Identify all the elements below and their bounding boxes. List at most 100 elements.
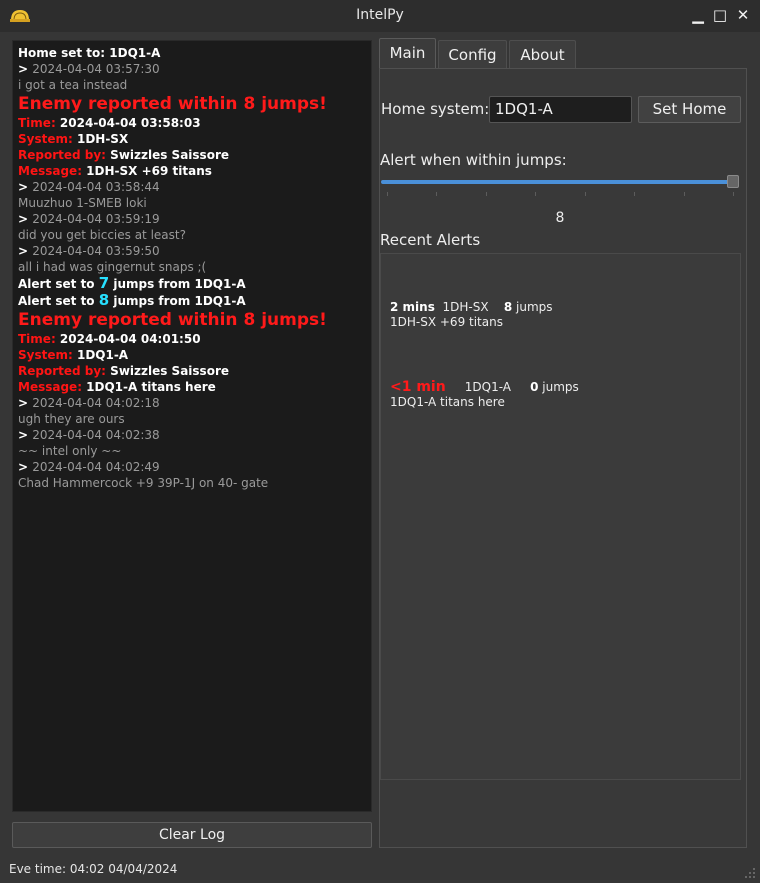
log-line: System: 1DH-SX	[18, 131, 366, 147]
tab-about[interactable]: About	[509, 40, 576, 69]
alert-system: 1DH-SX	[442, 300, 489, 314]
log-segment: 1DQ1-A titans here	[86, 380, 216, 394]
recent-alerts-list[interactable]	[380, 253, 741, 780]
log-segment: Message:	[18, 380, 87, 394]
log-segment: ugh they are ours	[18, 412, 125, 426]
alert-time: <1 min	[390, 379, 446, 395]
recent-alerts-label: Recent Alerts	[380, 231, 481, 249]
log-segment: 2024-04-04 04:01:50	[59, 332, 201, 346]
alert-message: 1DH-SX +69 titans	[390, 315, 503, 329]
jump-slider[interactable]	[381, 180, 737, 184]
maximize-icon[interactable]: □	[712, 6, 728, 24]
clear-log-button[interactable]: Clear Log	[12, 822, 372, 848]
log-segment: Reported by:	[18, 364, 111, 378]
log-segment: System:	[18, 132, 77, 146]
log-segment: >	[18, 180, 33, 194]
log-segment: 2024-04-04 04:02:18	[32, 396, 160, 410]
log-segment: ~~ intel only ~~	[18, 444, 122, 458]
log-segment: System:	[18, 348, 77, 362]
log-segment: >	[18, 212, 33, 226]
log-segment: jumps from 1DQ1-A	[109, 294, 246, 308]
slider-value: 8	[555, 210, 565, 226]
intel-log[interactable]: Home set to: 1DQ1-A > 2024-04-04 03:57:30…	[12, 40, 372, 812]
log-line: i got a tea instead	[18, 77, 366, 93]
jump-slider-handle[interactable]	[727, 175, 739, 188]
log-segment: 2024-04-04 03:59:50	[32, 244, 160, 258]
slider-tick	[436, 192, 437, 196]
slider-tick	[634, 192, 635, 196]
log-segment: >	[18, 244, 33, 258]
log-segment: 2024-04-04 03:58:44	[32, 180, 160, 194]
window-title: IntelPy	[356, 7, 404, 23]
log-line: did you get biccies at least?	[18, 227, 366, 243]
log-segment: >	[18, 428, 33, 442]
log-line: Message: 1DQ1-A titans here	[18, 379, 366, 395]
tab-config[interactable]: Config	[438, 40, 507, 69]
log-line: Reported by: Swizzles Saissore	[18, 147, 366, 163]
slider-tick	[486, 192, 487, 196]
slider-tick	[585, 192, 586, 196]
minimize-icon[interactable]: ▁	[690, 6, 706, 24]
alert-time: 2 mins	[390, 300, 435, 314]
log-segment: 1DH-SX	[76, 132, 129, 146]
log-segment: Message:	[18, 164, 87, 178]
log-line: Alert set to 7 jumps from 1DQ1-A	[18, 275, 366, 292]
log-segment: jumps from 1DQ1-A	[109, 277, 246, 291]
alert-jumps-label: jumps	[538, 380, 579, 394]
log-segment: all i had was gingernut snaps ;(	[18, 260, 207, 274]
home-system-input[interactable]: 1DQ1-A	[489, 96, 632, 123]
log-line: > 2024-04-04 04:02:49	[18, 459, 366, 475]
log-line: Alert set to 8 jumps from 1DQ1-A	[18, 292, 366, 309]
slider-tick	[535, 192, 536, 196]
alert-message: 1DQ1-A titans here	[390, 395, 505, 409]
alert-jumps-label: jumps	[512, 300, 553, 314]
log-segment: Time:	[18, 116, 60, 130]
log-line: Message: 1DH-SX +69 titans	[18, 163, 366, 179]
log-segment: Swizzles Saissore	[110, 364, 229, 378]
log-segment: 7	[98, 274, 110, 292]
status-bar: Eve time: 04:02 04/04/2024	[9, 862, 178, 876]
log-line: > 2024-04-04 04:02:38	[18, 427, 366, 443]
log-segment: >	[18, 62, 33, 76]
log-segment: Alert set to	[18, 277, 99, 291]
log-line: > 2024-04-04 03:58:44	[18, 179, 366, 195]
set-home-button[interactable]: Set Home	[638, 96, 741, 123]
log-line: ~~ intel only ~~	[18, 443, 366, 459]
log-segment: Enemy reported within 8 jumps!	[18, 310, 327, 330]
log-segment: 2024-04-04 04:02:49	[32, 460, 160, 474]
log-segment: Chad Hammercock +9 39P-1J on 40- gate	[18, 476, 269, 490]
log-segment: Time:	[18, 332, 60, 346]
close-icon[interactable]: ✕	[735, 6, 751, 24]
log-segment: >	[18, 460, 33, 474]
home-system-label: Home system:	[381, 100, 490, 118]
alert-item[interactable]: <1 min 1DQ1-A 0 jumps 1DQ1-A titans here	[390, 380, 579, 410]
log-segment: 8	[98, 291, 110, 309]
log-segment: >	[18, 396, 33, 410]
log-line: > 2024-04-04 03:57:30	[18, 61, 366, 77]
log-segment: Muuzhuo 1-SMEB loki	[18, 196, 147, 210]
tab-main[interactable]: Main	[379, 38, 436, 69]
log-line: Enemy reported within 8 jumps!	[18, 309, 366, 331]
alert-range-label: Alert when within jumps:	[380, 151, 567, 169]
log-line: > 2024-04-04 03:59:50	[18, 243, 366, 259]
log-line: System: 1DQ1-A	[18, 347, 366, 363]
log-line: Time: 2024-04-04 03:58:03	[18, 115, 366, 131]
alert-item[interactable]: 2 mins 1DH-SX 8 jumps 1DH-SX +69 titans	[390, 300, 553, 330]
slider-tick	[684, 192, 685, 196]
log-line: Enemy reported within 8 jumps!	[18, 93, 366, 115]
log-line: > 2024-04-04 03:59:19	[18, 211, 366, 227]
log-segment: i got a tea instead	[18, 78, 128, 92]
slider-tick	[387, 192, 388, 196]
log-line: Muuzhuo 1-SMEB loki	[18, 195, 366, 211]
log-segment: Reported by:	[18, 148, 111, 162]
alert-jumps: 8	[503, 300, 513, 314]
log-line: Time: 2024-04-04 04:01:50	[18, 331, 366, 347]
resize-grip-icon[interactable]	[744, 867, 756, 879]
log-segment: Alert set to	[18, 294, 99, 308]
log-segment: 2024-04-04 03:59:19	[32, 212, 160, 226]
title-bar: IntelPy ▁ □ ✕	[0, 0, 760, 32]
log-line: Chad Hammercock +9 39P-1J on 40- gate	[18, 475, 366, 491]
log-line: Reported by: Swizzles Saissore	[18, 363, 366, 379]
log-segment: 2024-04-04 04:02:38	[32, 428, 160, 442]
log-segment: 1DH-SX +69 titans	[86, 164, 212, 178]
